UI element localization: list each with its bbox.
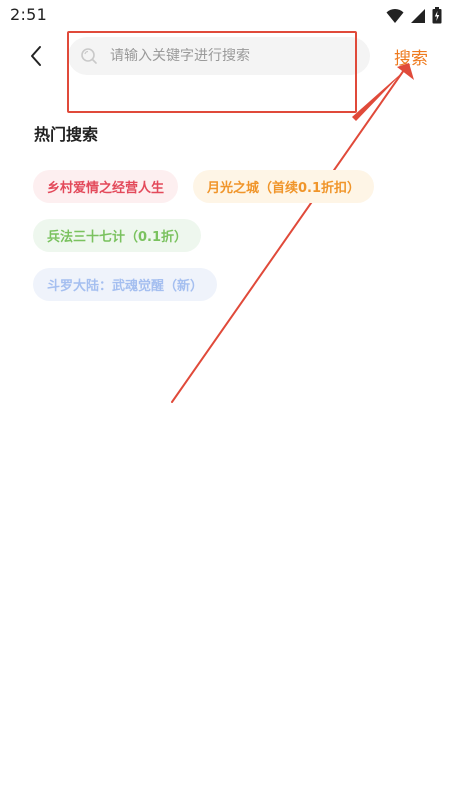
tag-row: 乡村爱情之经营人生 月光之城（首续0.1折扣） xyxy=(33,170,433,203)
search-icon xyxy=(81,48,97,64)
signal-icon xyxy=(410,8,426,24)
hot-search-tag[interactable]: 斗罗大陆：武魂觉醒（新） xyxy=(33,268,218,301)
search-input[interactable] xyxy=(110,48,350,64)
chevron-left-icon xyxy=(31,46,41,66)
hot-search-tags: 乡村爱情之经营人生 月光之城（首续0.1折扣） 兵法三十七计（0.1折） 斗罗大… xyxy=(33,170,433,317)
tag-row: 兵法三十七计（0.1折） xyxy=(33,219,433,252)
search-box[interactable] xyxy=(68,37,370,75)
status-icons xyxy=(386,7,442,24)
hot-search-tag[interactable]: 乡村爱情之经营人生 xyxy=(33,170,179,203)
status-time: 2:51 xyxy=(10,5,48,24)
search-button[interactable]: 搜索 xyxy=(394,44,428,69)
tag-row: 斗罗大陆：武魂觉醒（新） xyxy=(33,268,433,301)
wifi-icon xyxy=(386,8,404,24)
status-bar: 2:51 xyxy=(0,0,456,32)
hot-search-title: 热门搜索 xyxy=(34,125,99,144)
search-header: 搜索 xyxy=(0,34,456,78)
hot-search-tag[interactable]: 月光之城（首续0.1折扣） xyxy=(193,170,375,203)
battery-icon xyxy=(432,7,442,24)
back-button[interactable] xyxy=(20,40,52,72)
hot-search-tag[interactable]: 兵法三十七计（0.1折） xyxy=(33,219,202,252)
